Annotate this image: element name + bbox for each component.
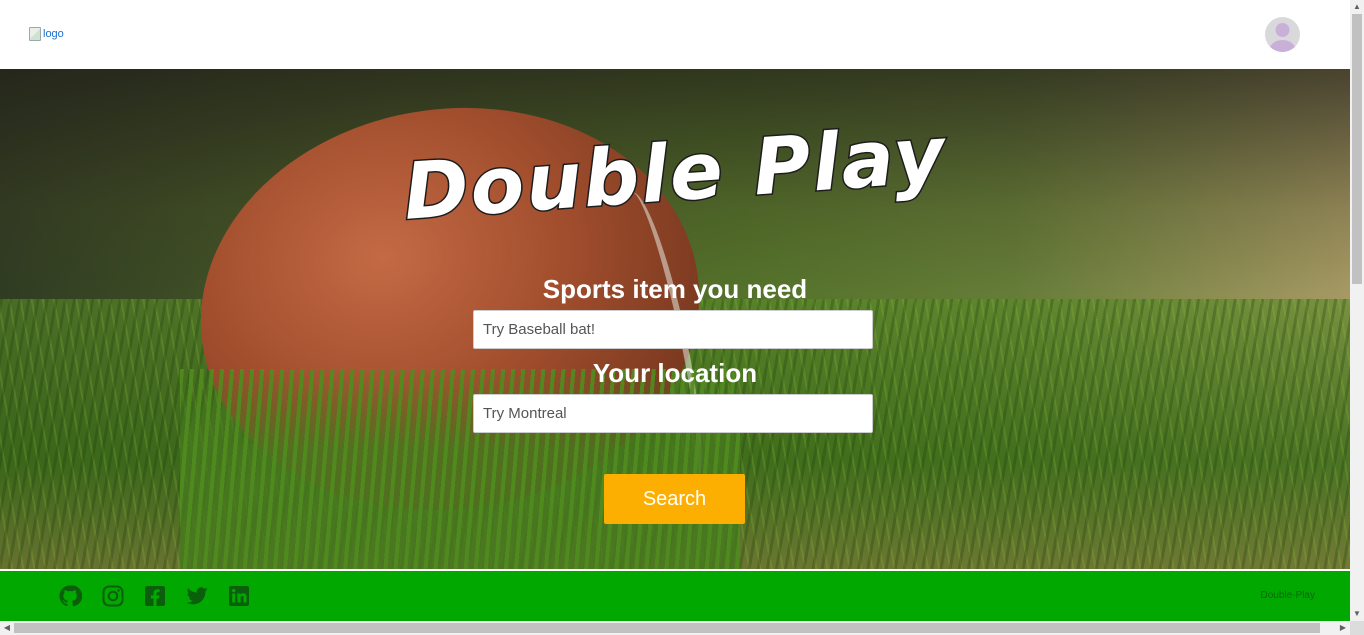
- scroll-right-arrow-icon[interactable]: ▶: [1336, 621, 1350, 635]
- footer: Double-Play: [0, 571, 1350, 621]
- horizontal-scrollbar[interactable]: ◀ ▶: [0, 621, 1350, 635]
- vertical-scrollbar[interactable]: ▲ ▼: [1350, 0, 1364, 621]
- linkedin-icon[interactable]: [227, 584, 251, 608]
- search-button[interactable]: Search: [604, 474, 745, 524]
- user-avatar-icon[interactable]: [1265, 17, 1300, 52]
- scrollbar-corner: [1350, 621, 1364, 635]
- facebook-icon[interactable]: [143, 584, 167, 608]
- top-navbar: logo: [0, 0, 1350, 69]
- github-icon[interactable]: [58, 584, 82, 608]
- vertical-scroll-thumb[interactable]: [1352, 14, 1362, 284]
- instagram-icon[interactable]: [101, 584, 125, 608]
- scroll-down-arrow-icon[interactable]: ▼: [1350, 607, 1364, 621]
- scroll-up-arrow-icon[interactable]: ▲: [1350, 0, 1364, 14]
- logo-link[interactable]: logo: [29, 27, 64, 41]
- hero-banner: Double Play Sports item you need Your lo…: [0, 69, 1350, 569]
- logo-alt-text: logo: [43, 28, 64, 40]
- location-input[interactable]: [473, 394, 873, 433]
- broken-image-icon: [29, 27, 41, 41]
- location-label: Your location: [592, 358, 758, 388]
- page: logo Double Play Sports item you need Yo…: [0, 0, 1350, 621]
- scroll-left-arrow-icon[interactable]: ◀: [0, 621, 14, 635]
- footer-brand: Double-Play: [1260, 590, 1315, 601]
- horizontal-scroll-thumb[interactable]: [14, 623, 1320, 633]
- sports-item-input[interactable]: [473, 310, 873, 349]
- twitter-icon[interactable]: [185, 584, 209, 608]
- sports-item-label: Sports item you need: [542, 274, 808, 304]
